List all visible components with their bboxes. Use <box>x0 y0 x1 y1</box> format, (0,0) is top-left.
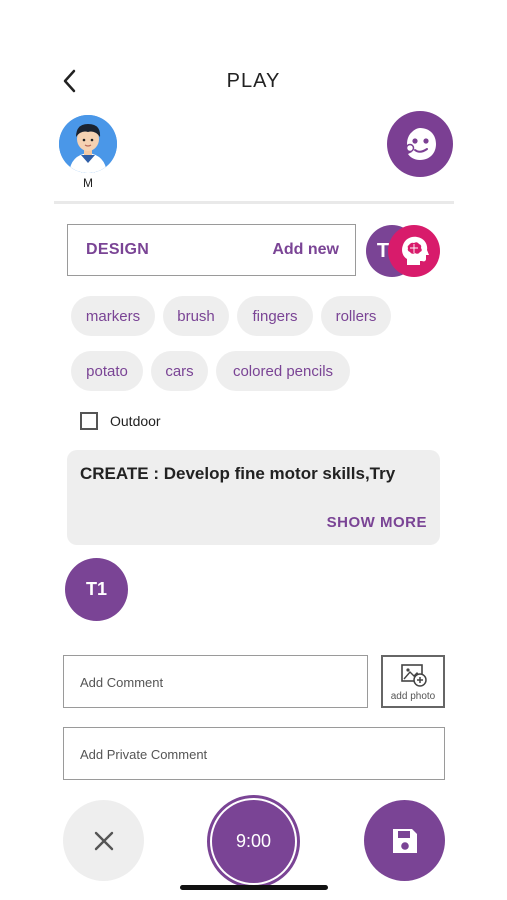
design-label: DESIGN <box>86 241 150 258</box>
head-brain-icon <box>402 236 429 265</box>
activity-type-button[interactable] <box>387 111 453 177</box>
outdoor-checkbox[interactable] <box>80 412 98 430</box>
chip-brush[interactable]: brush <box>163 296 229 336</box>
timer-button[interactable]: 9:00 <box>212 800 295 883</box>
chip-rollers[interactable]: rollers <box>321 296 391 336</box>
save-button[interactable] <box>364 800 445 881</box>
add-new-button[interactable]: Add new <box>272 241 339 259</box>
chip-cars[interactable]: cars <box>151 351 208 391</box>
teacher-badge[interactable]: T1 <box>65 558 128 621</box>
description-card: CREATE : Develop fine motor skills,Try S… <box>67 450 440 545</box>
home-indicator <box>180 885 328 890</box>
brain-button[interactable] <box>388 225 440 277</box>
face-paint-icon <box>405 128 436 160</box>
chip-fingers[interactable]: fingers <box>237 296 313 336</box>
save-icon <box>392 828 417 853</box>
close-button[interactable] <box>63 800 144 881</box>
add-photo-label: add photo <box>390 691 436 702</box>
child-avatar-icon <box>59 115 117 173</box>
private-comment-field[interactable]: Add Private Comment <box>63 727 445 780</box>
chip-potato[interactable]: potato <box>71 351 143 391</box>
description-text: CREATE : Develop fine motor skills,Try <box>80 464 396 483</box>
avatar-label: M <box>83 176 93 190</box>
show-more-button[interactable]: SHOW MORE <box>327 514 427 531</box>
add-photo-button[interactable]: add photo <box>381 655 445 708</box>
chip-colored-pencils[interactable]: colored pencils <box>216 351 350 391</box>
divider <box>54 201 454 204</box>
outdoor-label: Outdoor <box>110 413 161 429</box>
page-title: PLAY <box>226 70 281 92</box>
add-photo-icon <box>401 664 427 687</box>
design-category-field[interactable]: DESIGN Add new <box>67 224 356 276</box>
comment-field[interactable]: Add Comment <box>63 655 368 708</box>
avatar[interactable] <box>59 115 117 173</box>
chip-markers[interactable]: markers <box>71 296 155 336</box>
close-icon <box>94 831 113 850</box>
